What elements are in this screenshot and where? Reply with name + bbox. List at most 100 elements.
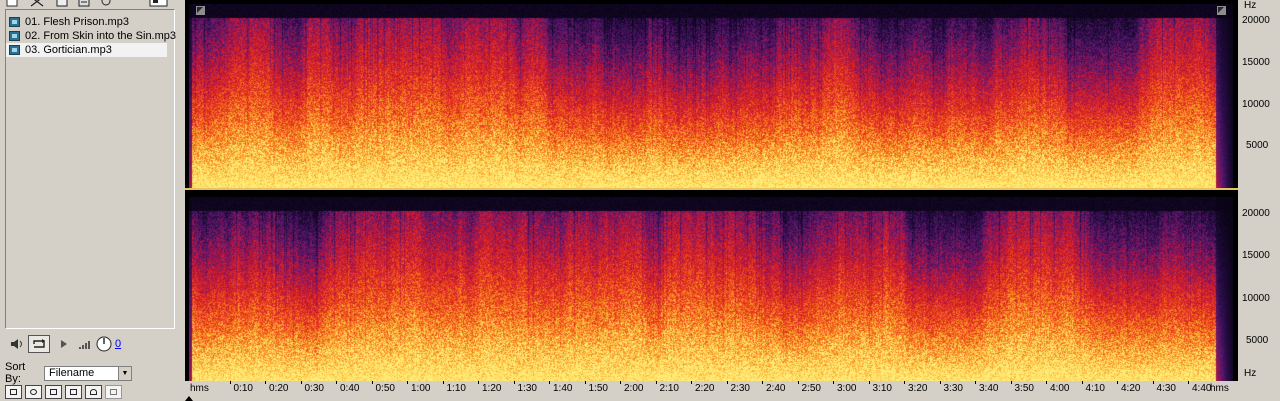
time-tick-label: 0:30 — [304, 383, 324, 394]
hz-tick-label: 20000 — [1242, 208, 1270, 220]
time-tick-mark — [691, 381, 692, 384]
volume-value[interactable]: 0 — [113, 335, 123, 353]
view-icon[interactable] — [149, 0, 169, 7]
button-3-icon[interactable] — [45, 385, 62, 399]
time-axis: hms hms 0:10 0:20 0:30 0:40 0:50 1:00 1:10 1:20… — [185, 381, 1238, 401]
time-tick-mark — [797, 381, 799, 384]
volume-knob[interactable] — [96, 335, 112, 353]
time-tick-mark — [265, 381, 266, 384]
time-tick-label: 1:10 — [446, 383, 466, 394]
file-list-item[interactable]: 03. Gortician.mp3 — [6, 43, 167, 57]
time-tick-mark — [1046, 381, 1047, 384]
resize-handle-right[interactable] — [1217, 6, 1226, 15]
time-tick-mark — [1081, 381, 1083, 384]
sort-select-value: Filename — [49, 367, 95, 379]
time-tick-mark — [442, 381, 444, 384]
hz-tick-label: 10000 — [1242, 292, 1270, 304]
time-tick-mark — [1152, 381, 1154, 384]
hz-tick-label: 10000 — [1242, 98, 1270, 110]
time-tick-label: 3:10 — [872, 383, 892, 394]
time-tick-label: 4:40 — [1192, 383, 1212, 394]
knob-icon — [96, 336, 112, 352]
hz-unit-label: Hz — [1244, 0, 1257, 11]
time-tick-label: 0:20 — [269, 383, 289, 394]
time-tick-label: 0:10 — [233, 383, 253, 394]
volume-bars-icon[interactable] — [77, 335, 93, 353]
file-list-item[interactable]: 01. Flesh Prison.mp3 — [6, 15, 167, 29]
time-tick-mark — [300, 381, 302, 384]
channel-left-spectrogram[interactable] — [189, 4, 1233, 188]
time-tick-label: 3:30 — [943, 383, 963, 394]
time-tick-label: 1:00 — [411, 383, 431, 394]
time-tick-mark — [513, 381, 515, 384]
time-tick-mark — [1188, 381, 1189, 384]
sort-row: Sort By: Filename ▼ — [5, 361, 175, 385]
time-tick-label: 4:30 — [1156, 383, 1176, 394]
loop-button[interactable] — [28, 335, 50, 353]
channel-divider — [185, 188, 1238, 197]
time-tick-label: 4:20 — [1121, 383, 1141, 394]
open-icon[interactable] — [6, 0, 18, 7]
audio-file-icon — [9, 31, 20, 41]
time-tick-label: 0:50 — [375, 383, 395, 394]
time-tick-mark — [762, 381, 763, 384]
time-tick-mark — [584, 381, 586, 384]
bottom-toolbar — [5, 385, 122, 401]
sort-label: Sort By: — [5, 361, 26, 385]
spectrogram-view[interactable] — [185, 0, 1238, 401]
audio-file-icon — [9, 17, 20, 27]
time-axis-end-unit: hms — [1210, 383, 1229, 394]
channel-right-spectrogram[interactable] — [189, 197, 1233, 383]
spectrogram-canvas-left — [189, 4, 1233, 188]
file-list: 01. Flesh Prison.mp3 02. From Skin into t… — [5, 9, 176, 329]
play-button[interactable] — [57, 335, 71, 353]
time-axis-start-unit: hms — [190, 383, 209, 394]
time-tick-label: 4:00 — [1050, 383, 1070, 394]
time-tick-mark — [336, 381, 337, 384]
time-tick-mark — [868, 381, 870, 384]
button-2-icon[interactable] — [25, 385, 42, 399]
file-name: 03. Gortician.mp3 — [25, 44, 112, 56]
print-icon[interactable] — [78, 0, 90, 7]
playhead-marker[interactable] — [185, 396, 193, 401]
time-tick-mark — [371, 381, 373, 384]
time-tick-mark — [726, 381, 728, 384]
filter-icon[interactable] — [85, 385, 102, 399]
frequency-axis: Hz 20000 15000 10000 5000 Hz 20000 15000 10000 50… — [1238, 0, 1280, 401]
time-tick-label: 3:20 — [908, 383, 928, 394]
time-tick-label: 2:20 — [695, 383, 715, 394]
button-1-icon[interactable] — [5, 385, 22, 399]
hz-tick-label: 15000 — [1242, 56, 1270, 68]
audio-file-icon — [9, 45, 20, 55]
time-tick-mark — [407, 381, 408, 384]
hz-tick-label: 5000 — [1246, 334, 1269, 346]
time-tick-mark — [549, 381, 550, 384]
save-icon[interactable] — [56, 0, 68, 7]
time-tick-label: 2:30 — [730, 383, 750, 394]
time-tick-label: 0:40 — [340, 383, 360, 394]
time-tick-mark — [1117, 381, 1118, 384]
hz-tick-label: 15000 — [1242, 250, 1270, 262]
time-tick-mark — [833, 381, 834, 384]
button-6-icon[interactable] — [105, 385, 122, 399]
chevron-down-icon[interactable]: ▼ — [118, 366, 131, 380]
time-tick-label: 3:40 — [979, 383, 999, 394]
spectrogram-canvas-right — [189, 197, 1233, 383]
time-tick-label: 2:10 — [659, 383, 679, 394]
resize-handle-left[interactable] — [196, 6, 205, 15]
file-list-item[interactable]: 02. From Skin into the Sin.mp3 — [6, 29, 176, 43]
top-toolbar — [4, 0, 174, 8]
cut-icon[interactable] — [30, 0, 44, 7]
button-4-icon[interactable] — [65, 385, 82, 399]
time-tick-label: 1:30 — [517, 383, 537, 394]
loop-icon — [33, 339, 45, 348]
time-tick-label: 2:50 — [801, 383, 821, 394]
time-tick-mark — [229, 381, 231, 384]
speaker-icon[interactable] — [9, 335, 25, 353]
time-tick-label: 3:00 — [837, 383, 857, 394]
refresh-icon[interactable] — [100, 0, 112, 7]
time-tick-label: 1:50 — [588, 383, 608, 394]
sort-select[interactable]: Filename ▼ — [44, 365, 132, 381]
hz-tick-label: 20000 — [1242, 15, 1270, 27]
play-icon — [61, 340, 67, 348]
